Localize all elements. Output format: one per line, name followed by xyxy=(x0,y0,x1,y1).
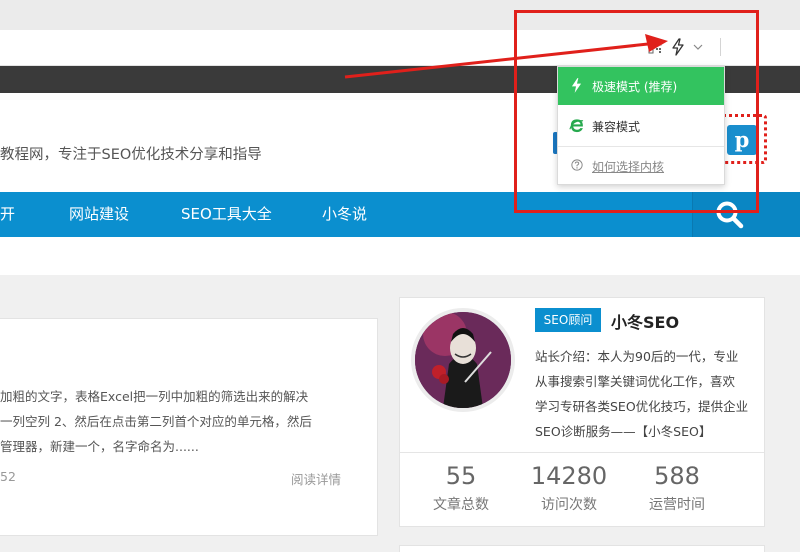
stat-article-count: 55 xyxy=(445,462,477,490)
read-more-link[interactable]: 阅读详情 xyxy=(291,469,341,488)
avatar[interactable] xyxy=(411,308,515,412)
site-description: 教程网，专注于SEO优化技术分享和指导 xyxy=(0,147,262,163)
stat-visit-count-label: 访问次数 xyxy=(541,497,597,513)
nav-item-website-building[interactable]: 网站建设 xyxy=(69,192,129,237)
stat-article-count-label: 文章总数 xyxy=(433,497,489,513)
stat-visit-count: 14280 xyxy=(530,462,608,490)
author-name[interactable]: 小冬SEO xyxy=(611,309,679,333)
annotation-highlight-box xyxy=(514,10,759,213)
nav-item-xiaodong-says[interactable]: 小冬说 xyxy=(322,192,367,237)
author-bio-line: 学习专研各类SEO优化技巧，提供企业 xyxy=(535,399,749,414)
stat-run-time-label: 运营时间 xyxy=(649,497,705,513)
article-excerpt-line: 管理器，新建一个，名字命名为...... xyxy=(0,439,199,454)
article-excerpt-line: 一列空列 2、然后在点击第二列首个对应的单元格，然后 xyxy=(0,414,312,429)
content-top-strip xyxy=(0,237,800,275)
nav-item-partial[interactable]: 开 xyxy=(0,192,15,237)
avatar-image xyxy=(415,312,511,408)
author-bio-line: 站长介绍：本人为90后的一代，专业 xyxy=(535,349,739,364)
article-date: 52 xyxy=(0,469,16,484)
stats-divider xyxy=(400,452,764,453)
article-excerpt-line: 加粗的文字，表格Excel把一列中加粗的筛选出来的解决 xyxy=(0,389,309,404)
next-card xyxy=(399,545,765,552)
author-bio-line: SEO诊断服务——【小冬SEO】 xyxy=(535,424,712,439)
nav-item-seo-tools[interactable]: SEO工具大全 xyxy=(181,192,272,237)
stat-run-time: 588 xyxy=(654,462,700,490)
seo-consultant-badge[interactable]: SEO顾问 xyxy=(535,308,601,332)
author-bio-line: 从事搜索引擎关键词优化工作，喜欢 xyxy=(535,374,736,389)
